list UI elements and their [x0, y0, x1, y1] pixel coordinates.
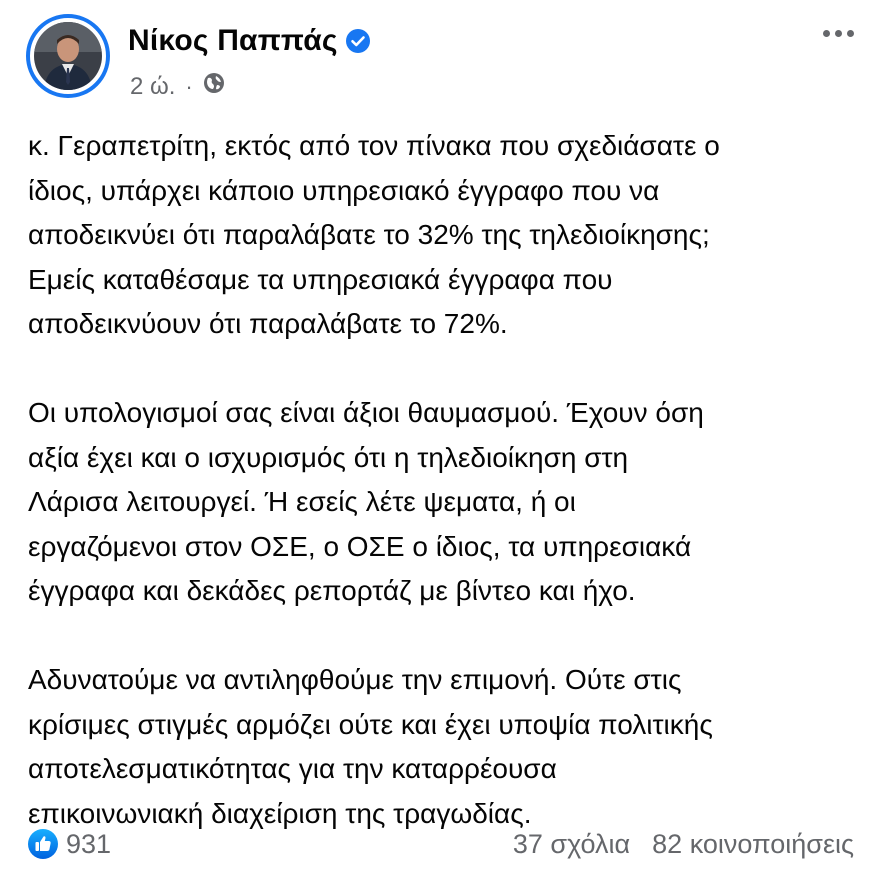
- author-line: Νίκος Παππάς: [128, 24, 370, 58]
- post-paragraph: κ. Γεραπετρίτη, εκτός από τον πίνακα που…: [28, 124, 858, 347]
- text-line: εργαζόμενοι στον ΟΣΕ, ο ΟΣΕ ο ίδιος, τα …: [28, 530, 692, 562]
- post-body: κ. Γεραπετρίτη, εκτός από τον πίνακα που…: [28, 124, 858, 836]
- post-paragraph: Αδυνατούμε να αντιληφθούμε την επιμονή. …: [28, 658, 858, 836]
- verified-badge-icon: [345, 29, 370, 53]
- reaction-count: 931: [66, 828, 112, 859]
- meta-separator: ·: [185, 73, 193, 99]
- reactions-summary[interactable]: 931: [28, 829, 111, 860]
- like-icon: [28, 829, 58, 859]
- more-options-icon[interactable]: [821, 24, 856, 43]
- text-line: αποδεικνύει ότι παραλάβατε το 32% της τη…: [28, 219, 710, 250]
- post-paragraph: Οι υπολογισμοί σας είναι άξιοι θαυμασμού…: [28, 391, 858, 614]
- text-line: κ. Γεραπετρίτη, εκτός από τον πίνακα που…: [28, 130, 720, 161]
- text-line: έγγραφα και δεκάδες ρεπορτάζ με βίντεο κ…: [28, 575, 636, 606]
- text-line: Αδυνατούμε να αντιληφθούμε την επιμονή. …: [28, 664, 682, 695]
- avatar[interactable]: [26, 14, 110, 98]
- comments-count[interactable]: 37 σχόλια: [513, 829, 630, 860]
- post-meta: 2 ώ. ·: [130, 72, 225, 101]
- more-dot: [847, 30, 854, 37]
- text-line: Οι υπολογισμοί σας είναι άξιοι θαυμασμού…: [28, 397, 704, 428]
- text-line: αποδεικνύουν ότι παραλάβατε το 72%.: [28, 308, 508, 339]
- post-timestamp[interactable]: 2 ώ.: [130, 73, 175, 101]
- text-line: Εμείς καταθέσαμε τα υπηρεσιακά έγγραφα π…: [28, 263, 613, 295]
- avatar-image: [34, 22, 102, 90]
- text-line: αποτελεσματικότητας για την καταρρέουσα: [28, 753, 557, 784]
- more-dot: [835, 30, 842, 37]
- text-line: αξία έχει και ο ισχυρισμός ότι η τηλεδιο…: [28, 441, 629, 473]
- author-name[interactable]: Νίκος Παππάς: [128, 24, 338, 58]
- engagement-stats: 37 σχόλια 82 κοινοποιήσεις: [513, 829, 854, 860]
- globe-icon[interactable]: [203, 72, 225, 101]
- post-footer: 931 37 σχόλια 82 κοινοποιήσεις: [28, 824, 854, 864]
- post-header: Νίκος Παππάς 2 ώ. ·: [26, 14, 856, 104]
- shares-count[interactable]: 82 κοινοποιήσεις: [652, 829, 854, 860]
- facebook-post: Νίκος Παππάς 2 ώ. · κ. Γεραπετρίτη, εκτό…: [0, 0, 880, 875]
- text-line: κρίσιμες στιγμές αρμόζει ούτε και έχει υ…: [28, 708, 713, 740]
- text-line: Λάρισα λειτουργεί. Ή εσείς λέτε ψεματα, …: [28, 486, 576, 517]
- text-line: ίδιος, υπάρχει κάποιο υπηρεσιακό έγγραφο…: [28, 174, 660, 206]
- more-dot: [823, 30, 830, 37]
